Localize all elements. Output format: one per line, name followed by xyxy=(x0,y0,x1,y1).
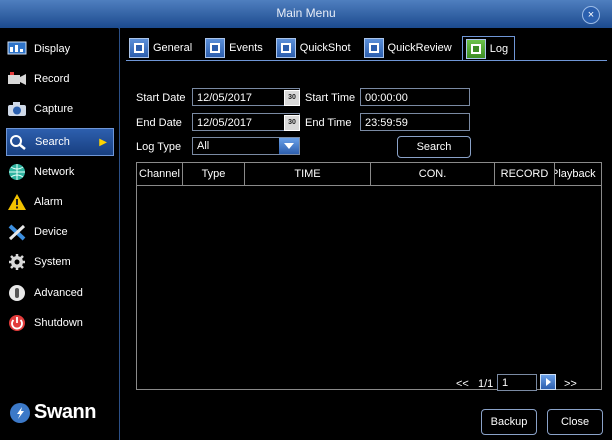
end-date-calendar-icon[interactable]: 30 xyxy=(284,115,300,131)
end-date-label: End Date xyxy=(136,117,182,129)
tab-label: QuickShot xyxy=(299,42,351,54)
brand-logo: Swann xyxy=(10,401,96,424)
sidebar-item-alarm[interactable]: Alarm xyxy=(6,189,116,215)
column-header-time[interactable]: TIME xyxy=(245,163,371,185)
display-icon xyxy=(6,40,28,58)
column-header-channel[interactable]: Channel xyxy=(137,163,183,185)
sidebar-item-label: Capture xyxy=(34,103,74,115)
sidebar-item-label: System xyxy=(34,256,71,268)
page-number-input[interactable]: 1 xyxy=(497,374,537,391)
tab-divider xyxy=(126,60,607,61)
advanced-icon xyxy=(6,284,28,302)
tab-events[interactable]: Events xyxy=(202,36,269,60)
start-date-label: Start Date xyxy=(136,92,186,104)
search-icon xyxy=(7,133,29,151)
page-indicator: 1/1 xyxy=(478,378,494,390)
quickreview-tab-icon xyxy=(363,38,384,58)
log-tab-icon xyxy=(465,39,486,59)
log-type-label: Log Type xyxy=(136,141,182,153)
window-title: Main Menu xyxy=(276,6,336,20)
column-header-playback[interactable]: Playback xyxy=(555,163,601,185)
brand-name: Swann xyxy=(34,401,96,423)
go-page-button[interactable] xyxy=(540,374,556,390)
sidebar-item-label: Network xyxy=(34,166,75,178)
general-tab-icon xyxy=(129,38,149,58)
table-header: Channel Type TIME CON. RECORD Playback xyxy=(137,163,601,186)
sidebar-item-capture[interactable]: Capture xyxy=(6,96,116,122)
sidebar-item-search[interactable]: Search ▶ xyxy=(6,128,114,156)
sidebar-item-label: Display xyxy=(34,43,71,55)
end-time-field[interactable]: 23:59:59 xyxy=(360,113,470,131)
prev-page-button[interactable]: << xyxy=(456,378,469,390)
events-tab-icon xyxy=(205,38,226,58)
active-arrow-icon: ▶ xyxy=(99,136,107,148)
sidebar-item-label: Device xyxy=(34,226,68,238)
alarm-icon xyxy=(6,193,28,211)
record-icon xyxy=(6,70,28,88)
sidebar-item-label: Search xyxy=(35,136,70,148)
sidebar-item-device[interactable]: Device xyxy=(6,219,116,245)
tab-label: QuickReview xyxy=(387,42,452,54)
sidebar-item-shutdown[interactable]: Shutdown xyxy=(6,310,116,336)
chevron-down-icon[interactable] xyxy=(279,138,299,154)
sidebar-item-label: Alarm xyxy=(34,196,63,208)
column-header-con[interactable]: CON. xyxy=(371,163,495,185)
start-date-calendar-icon[interactable]: 30 xyxy=(284,90,300,106)
log-type-value: All xyxy=(197,140,210,152)
backup-button[interactable]: Backup xyxy=(481,409,537,435)
column-header-record[interactable]: RECORD xyxy=(495,163,555,185)
device-icon xyxy=(6,223,28,241)
sidebar-item-label: Advanced xyxy=(34,287,83,299)
tab-general[interactable]: General xyxy=(126,36,198,60)
sidebar-item-display[interactable]: Display xyxy=(6,36,116,62)
system-icon xyxy=(6,253,28,271)
main-menu-window: Main Menu × Display Record Capture Searc… xyxy=(0,0,612,440)
sidebar-item-record[interactable]: Record xyxy=(6,66,116,92)
sidebar-item-system[interactable]: System xyxy=(6,249,116,275)
sidebar: Display Record Capture Search ▶ Network … xyxy=(0,28,118,440)
swann-logo-icon xyxy=(10,402,30,423)
content-panel: General Events QuickShot QuickReview Log… xyxy=(119,28,612,440)
tab-log[interactable]: Log xyxy=(461,36,516,61)
sidebar-item-label: Shutdown xyxy=(34,317,83,329)
tab-quickshot[interactable]: QuickShot xyxy=(273,36,357,60)
column-header-type[interactable]: Type xyxy=(183,163,245,185)
sidebar-item-label: Record xyxy=(34,73,70,85)
start-time-field[interactable]: 00:00:00 xyxy=(360,88,470,106)
next-page-button[interactable]: >> xyxy=(564,378,577,390)
tab-label: General xyxy=(153,42,193,54)
sidebar-item-advanced[interactable]: Advanced xyxy=(6,280,116,306)
tab-label: Log xyxy=(489,43,509,55)
log-table: Channel Type TIME CON. RECORD Playback xyxy=(136,162,602,390)
tab-quickreview[interactable]: QuickReview xyxy=(361,36,458,60)
tab-bar: General Events QuickShot QuickReview Log xyxy=(126,36,519,61)
capture-icon xyxy=(6,100,28,118)
tab-label: Events xyxy=(229,42,263,54)
quickshot-tab-icon xyxy=(275,38,296,58)
shutdown-icon xyxy=(6,314,28,332)
search-button[interactable]: Search xyxy=(397,136,471,158)
window-close-button[interactable]: × xyxy=(582,6,600,24)
sidebar-item-network[interactable]: Network xyxy=(6,159,116,185)
network-icon xyxy=(6,163,28,181)
close-button[interactable]: Close xyxy=(547,409,603,435)
log-type-select[interactable]: All xyxy=(192,137,300,155)
start-time-label: Start Time xyxy=(305,92,356,104)
arrow-right-icon xyxy=(546,378,551,386)
title-bar: Main Menu × xyxy=(0,0,612,29)
end-time-label: End Time xyxy=(305,117,352,129)
